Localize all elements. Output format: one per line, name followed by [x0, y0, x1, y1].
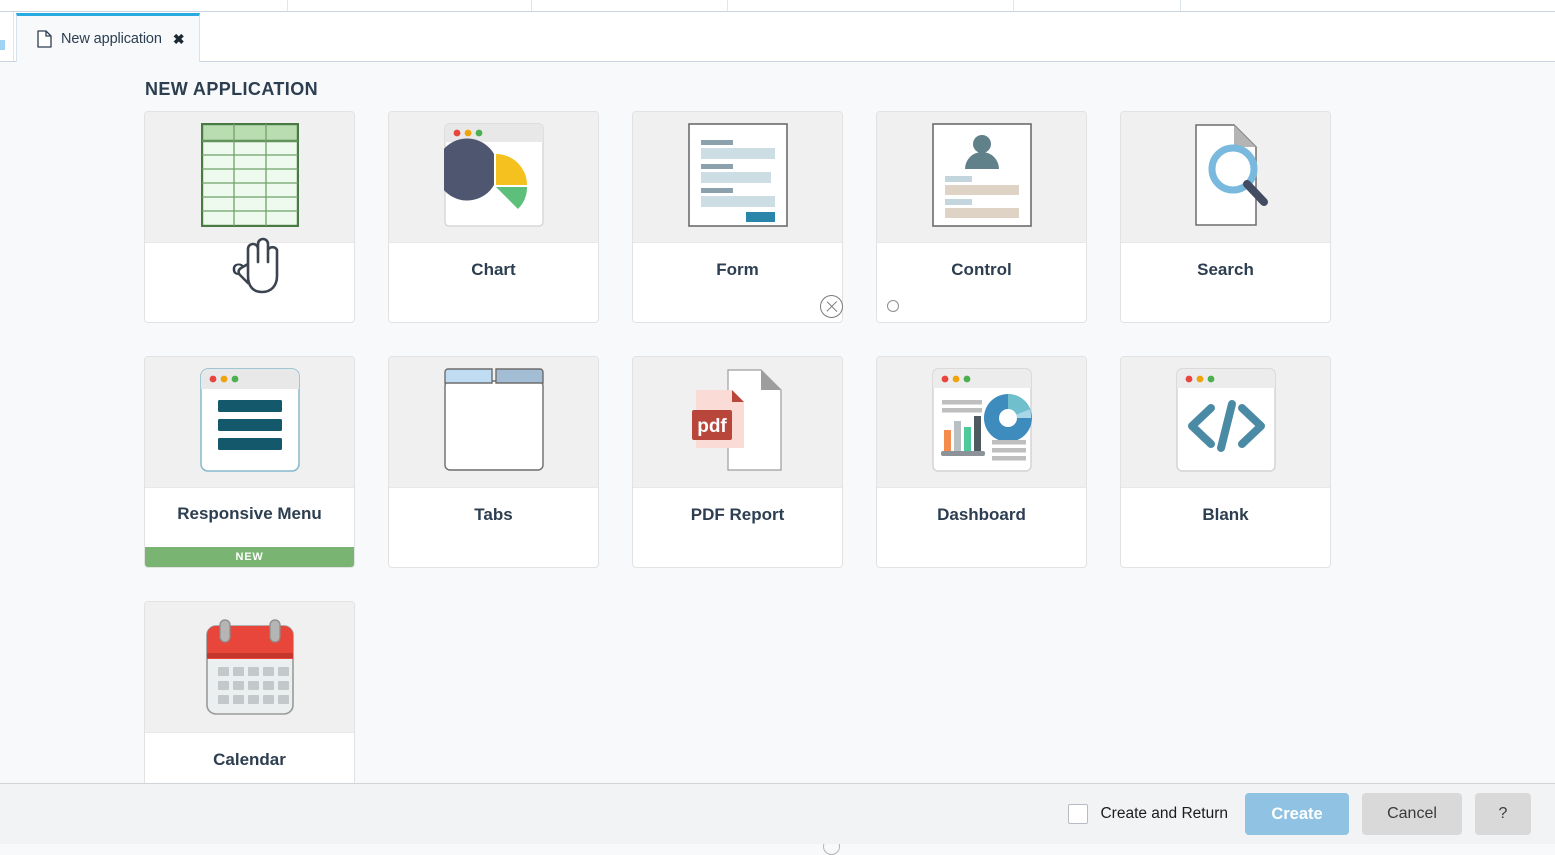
card-label: PDF Report — [690, 505, 785, 524]
card-label: Form — [716, 260, 759, 279]
grid-table-icon — [200, 122, 299, 232]
tab-label: New application — [61, 31, 162, 47]
calendar-icon — [204, 613, 296, 722]
top-menu-strip — [0, 0, 1555, 12]
user-control-icon — [931, 122, 1032, 232]
card-icon-area — [1121, 112, 1330, 243]
card-icon-area — [145, 602, 354, 733]
card-label: Responsive Menu — [177, 504, 322, 523]
application-type-grid: Grid Chart Form Control Search Responsiv… — [144, 111, 1524, 813]
app-type-card-blank[interactable]: Blank — [1120, 356, 1331, 568]
card-label: Grid — [232, 260, 267, 279]
card-label: Tabs — [474, 505, 513, 524]
form-page-icon — [687, 122, 788, 232]
card-icon-area — [389, 112, 598, 243]
main-content: NEW APPLICATION Grid Chart Form Control … — [0, 62, 1555, 813]
app-type-card-control[interactable]: Control — [876, 111, 1087, 323]
card-icon-area — [877, 112, 1086, 243]
tabs-panel-icon — [443, 367, 544, 477]
app-type-card-responsive-menu[interactable]: Responsive Menu NEW — [144, 356, 355, 568]
app-type-card-grid[interactable]: Grid — [144, 111, 355, 323]
create-and-return-group[interactable]: Create and Return — [1068, 804, 1228, 824]
app-type-card-search[interactable]: Search — [1120, 111, 1331, 323]
card-icon-area — [877, 357, 1086, 488]
card-label: Chart — [471, 260, 516, 279]
card-icon-area — [1121, 357, 1330, 488]
menu-divider — [531, 0, 532, 11]
pie-chart-window-icon — [435, 122, 544, 232]
code-brackets-icon — [1175, 367, 1276, 477]
app-type-card-calendar[interactable]: Calendar — [144, 601, 355, 813]
app-type-card-chart[interactable]: Chart — [388, 111, 599, 323]
create-button[interactable]: Create — [1245, 793, 1349, 835]
card-icon-area — [633, 112, 842, 243]
menu-divider — [1013, 0, 1014, 11]
card-label: Dashboard — [937, 505, 1026, 524]
sidebar-edge-stub — [0, 12, 14, 61]
menu-divider — [1180, 0, 1181, 11]
tab-bar — [0, 12, 1555, 62]
document-icon — [37, 30, 52, 48]
help-button[interactable]: ? — [1475, 793, 1531, 835]
status-badge: NEW — [145, 547, 354, 567]
create-and-return-checkbox[interactable] — [1068, 804, 1089, 824]
close-x-icon[interactable]: ✖ — [173, 32, 185, 46]
app-type-card-form[interactable]: Form — [632, 111, 843, 323]
card-icon-area — [145, 112, 354, 243]
pdf-file-icon: pdf — [688, 368, 788, 477]
cancel-button[interactable]: Cancel — [1362, 793, 1462, 835]
svg-text:pdf: pdf — [697, 416, 727, 437]
create-and-return-label: Create and Return — [1100, 805, 1228, 822]
page-title: NEW APPLICATION — [145, 79, 318, 99]
card-label: Search — [1197, 260, 1254, 279]
app-type-card-pdf-report[interactable]: pdf PDF Report — [632, 356, 843, 568]
menu-divider — [287, 0, 288, 11]
card-icon-area — [145, 357, 354, 488]
card-icon-area: pdf — [633, 357, 842, 488]
footer-toolbar: Create and Return Create Cancel ? — [0, 783, 1555, 844]
tab-new-application[interactable]: New application ✖ — [16, 13, 200, 62]
magnifier-page-icon — [1176, 123, 1276, 232]
app-type-card-dashboard[interactable]: Dashboard — [876, 356, 1087, 568]
dashboard-window-icon — [931, 367, 1032, 477]
hamburger-window-icon — [199, 367, 300, 477]
menu-divider — [727, 0, 728, 11]
card-label: Control — [951, 260, 1012, 279]
card-icon-area — [389, 357, 598, 488]
card-label: Blank — [1202, 505, 1249, 524]
app-type-card-tabs[interactable]: Tabs — [388, 356, 599, 568]
